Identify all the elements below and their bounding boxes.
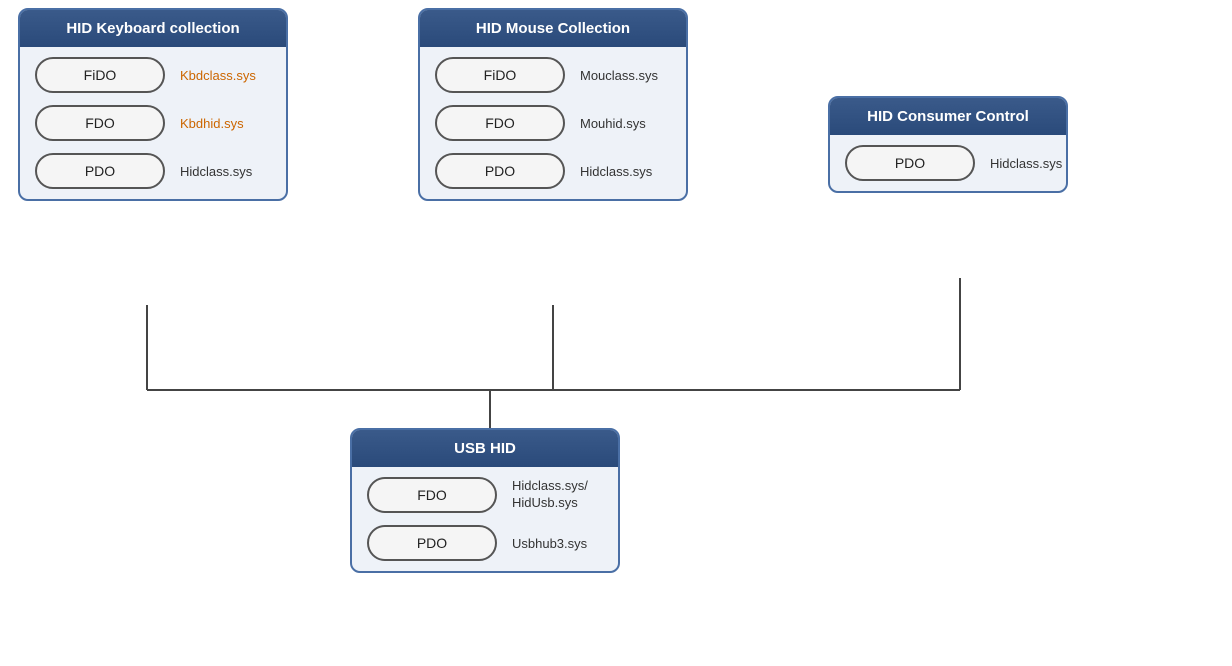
mouse-pdo-pill: PDO	[435, 153, 565, 189]
mouse-fido-label: Mouclass.sys	[580, 68, 658, 83]
usbhid-body: FDO Hidclass.sys/ HidUsb.sys PDO Usbhub3…	[352, 467, 618, 571]
consumer-body: PDO Hidclass.sys	[830, 135, 1066, 191]
usbhid-fdo-pill: FDO	[367, 477, 497, 513]
consumer-collection-box: HID Consumer Control PDO Hidclass.sys	[828, 96, 1068, 193]
usbhid-title: USB HID	[352, 430, 618, 467]
mouse-pdo-label: Hidclass.sys	[580, 164, 652, 179]
consumer-pdo-label: Hidclass.sys	[990, 156, 1062, 171]
usbhid-pdo-row: PDO Usbhub3.sys	[367, 525, 603, 561]
mouse-fdo-label: Mouhid.sys	[580, 116, 646, 131]
usbhid-pdo-pill: PDO	[367, 525, 497, 561]
diagram: HID Keyboard collection FiDO Kbdclass.sy…	[0, 0, 1232, 666]
mouse-title: HID Mouse Collection	[420, 10, 686, 47]
keyboard-pdo-pill: PDO	[35, 153, 165, 189]
keyboard-pdo-row: PDO Hidclass.sys	[35, 153, 271, 189]
usbhid-pdo-label: Usbhub3.sys	[512, 536, 587, 551]
usbhid-fdo-row: FDO Hidclass.sys/ HidUsb.sys	[367, 477, 603, 513]
consumer-pdo-pill: PDO	[845, 145, 975, 181]
usbhid-collection-box: USB HID FDO Hidclass.sys/ HidUsb.sys PDO…	[350, 428, 620, 573]
mouse-fido-pill: FiDO	[435, 57, 565, 93]
keyboard-collection-box: HID Keyboard collection FiDO Kbdclass.sy…	[18, 8, 288, 201]
keyboard-fdo-row: FDO Kbdhid.sys	[35, 105, 271, 141]
mouse-collection-box: HID Mouse Collection FiDO Mouclass.sys F…	[418, 8, 688, 201]
keyboard-fido-pill: FiDO	[35, 57, 165, 93]
mouse-pdo-row: PDO Hidclass.sys	[435, 153, 671, 189]
mouse-fdo-row: FDO Mouhid.sys	[435, 105, 671, 141]
mouse-fido-row: FiDO Mouclass.sys	[435, 57, 671, 93]
consumer-pdo-row: PDO Hidclass.sys	[845, 145, 1051, 181]
keyboard-fdo-label: Kbdhid.sys	[180, 116, 244, 131]
keyboard-fido-label: Kbdclass.sys	[180, 68, 256, 83]
usbhid-fdo-label: Hidclass.sys/ HidUsb.sys	[512, 478, 588, 512]
keyboard-fdo-pill: FDO	[35, 105, 165, 141]
keyboard-body: FiDO Kbdclass.sys FDO Kbdhid.sys PDO Hid…	[20, 47, 286, 199]
mouse-body: FiDO Mouclass.sys FDO Mouhid.sys PDO Hid…	[420, 47, 686, 199]
keyboard-pdo-label: Hidclass.sys	[180, 164, 252, 179]
keyboard-title: HID Keyboard collection	[20, 10, 286, 47]
mouse-fdo-pill: FDO	[435, 105, 565, 141]
consumer-title: HID Consumer Control	[830, 98, 1066, 135]
keyboard-fido-row: FiDO Kbdclass.sys	[35, 57, 271, 93]
